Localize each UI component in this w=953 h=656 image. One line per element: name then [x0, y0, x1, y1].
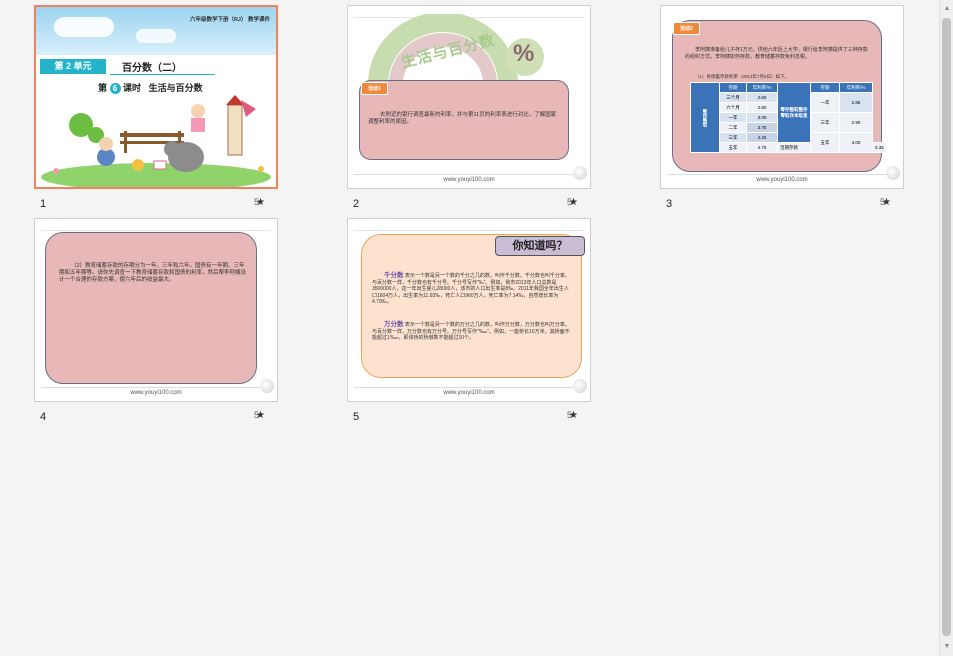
slide-number: 1 [40, 198, 47, 210]
rate-cell: 2.90 [839, 112, 873, 133]
term-cell: 三个月 [719, 92, 747, 103]
did-you-know-title: 你知道吗？ [495, 236, 585, 256]
scroll-up-arrow-icon[interactable]: ▲ [940, 2, 953, 16]
lesson-line: 第 6 课时 生活与百分数 [98, 81, 203, 94]
term-cell: 三年 [810, 112, 840, 133]
slide-star-button[interactable]: 5★ [254, 197, 265, 208]
ten-thousandth-paragraph: 万分数 表示一个数是另一个数的万分之几的数，叫作万分数，万分数也叫万分率。与百分… [372, 321, 572, 342]
footer-divider [667, 174, 897, 175]
thousandth-paragraph: 千分数 表示一个数是另一个数的千分之几的数，叫作千分数。千分数也叫千分率。与百分… [372, 272, 572, 306]
percent-sign: % [513, 40, 535, 67]
slide-star-button[interactable]: 5★ [567, 197, 578, 208]
slide-thumbnail-2[interactable]: 生活与百分数 % 活动1 去附近的银行调查最新的利率，并与第11页的利率表进行对… [347, 5, 591, 189]
footer-divider [354, 174, 584, 175]
slide-star-button[interactable]: 5★ [880, 197, 891, 208]
rate-cell: 2.60 [746, 92, 778, 103]
star-icon: ★ [569, 410, 578, 421]
activity-badge: 活动2 [673, 22, 700, 35]
left-header-cell: 整存整取 [690, 82, 720, 153]
unit-underline [110, 74, 215, 75]
top-divider [354, 230, 584, 231]
footer-url: www.youyi100.com [756, 177, 808, 183]
term-cell: 六个月 [719, 102, 747, 113]
rate-cell: 4.25 [746, 132, 778, 143]
col-term-header: 存期 [810, 82, 840, 93]
interest-rate-table: 整存整取 存期 年利率/% 零存整取整存零取存本取息 存期 年利率/% 三个月 … [690, 82, 887, 153]
scroll-down-arrow-icon[interactable]: ▼ [940, 640, 953, 654]
rate-cell: 0.35 [872, 142, 887, 153]
page-curl-decoration [260, 379, 274, 393]
footer-divider [41, 387, 271, 388]
cloud-shape [136, 29, 176, 43]
rate-cell: 3.75 [746, 122, 778, 133]
activity-text: （2）教育储蓄存款的存期分为一年、三年和六年。国债有一年期、三年期和五年期等。请… [59, 263, 247, 283]
col-rate-header: 年利率/% [746, 82, 778, 93]
cartoon-illustration [41, 95, 271, 187]
slide-number: 4 [40, 411, 47, 423]
scrollbar-thumb[interactable] [942, 18, 951, 636]
lesson-number-badge: 6 [109, 83, 121, 94]
vertical-scrollbar[interactable]: ▲ ▼ [939, 0, 953, 656]
activity-badge: 活动1 [361, 82, 388, 95]
slide-thumbnail-1[interactable]: 六年级数学下册（RJ） 教学课件 第 2 单元 百分数（二） 第 6 课时 生活… [34, 5, 278, 189]
term-cell: 三年 [719, 132, 747, 143]
activity-text: 李阿姨准备给儿子存1万元，供他六年后上大学。银行给李阿姨提供了三种存款的组织方式… [685, 47, 868, 60]
page-curl-decoration [573, 379, 587, 393]
footer-url: www.youyi100.com [443, 390, 495, 396]
mid-header-cell: 零存整取整存零取存本取息 [777, 82, 811, 143]
slide-header-text: 六年级数学下册（RJ） 教学课件 [189, 17, 270, 23]
page-curl-decoration [573, 166, 587, 180]
slide-thumbnail-5[interactable]: 你知道吗？ 千分数 表示一个数是另一个数的千分之几的数，叫作千分数。千分数也叫千… [347, 218, 591, 402]
lesson-title: 生活与百分数 [148, 83, 203, 93]
rate-cell: 2.80 [746, 102, 778, 113]
slide-thumbnail-3[interactable]: 活动2 李阿姨准备给儿子存1万元，供他六年后上大学。银行给李阿姨提供了三种存款的… [660, 5, 904, 189]
top-divider [41, 230, 271, 231]
rate-cell: 3.00 [839, 132, 873, 153]
term-cell: 活期存款 [777, 142, 840, 153]
content-box [45, 232, 257, 384]
slide-star-button[interactable]: 5★ [254, 410, 265, 421]
rate-cell: 4.75 [746, 142, 778, 153]
term-ten-thousandth: 万分数 [384, 321, 404, 328]
cloud-shape [54, 17, 114, 37]
star-icon: ★ [256, 410, 265, 421]
rate-cell: 2.85 [839, 92, 873, 113]
term-cell: 二年 [719, 122, 747, 133]
footer-divider [354, 387, 584, 388]
slide-number: 2 [353, 198, 360, 210]
star-icon: ★ [569, 197, 578, 208]
footer-url: www.youyi100.com [130, 390, 182, 396]
col-term-header: 存期 [719, 82, 747, 93]
page-curl-decoration [886, 166, 900, 180]
col-rate-header: 年利率/% [839, 82, 873, 93]
rate-cell: 3.00 [746, 112, 778, 123]
term-cell: 一年 [810, 92, 840, 113]
slide-number: 5 [353, 411, 360, 423]
unit-label: 第 2 单元 [40, 59, 106, 74]
slide-thumbnail-4[interactable]: （2）教育储蓄存款的存期分为一年、三年和六年。国债有一年期、三年期和五年期等。请… [34, 218, 278, 402]
table-caption: （1）各储蓄存款利率（2012年7月6日）如下。 [695, 74, 790, 79]
term-cell: 五年 [719, 142, 747, 153]
slide-star-button[interactable]: 5★ [567, 410, 578, 421]
term-cell: 一年 [719, 112, 747, 123]
term-thousandth: 千分数 [384, 272, 404, 279]
lesson-prefix: 第 [98, 83, 108, 93]
star-icon: ★ [882, 197, 891, 208]
star-icon: ★ [256, 197, 265, 208]
footer-url: www.youyi100.com [443, 177, 495, 183]
lesson-suffix: 课时 [123, 83, 142, 93]
unit-title: 百分数（二） [122, 63, 182, 74]
slide-number: 3 [666, 198, 673, 210]
activity-text: 去附近的银行调查最新的利率，并与第11页的利率表进行对比，了解国家调整利率的原因… [368, 112, 557, 125]
